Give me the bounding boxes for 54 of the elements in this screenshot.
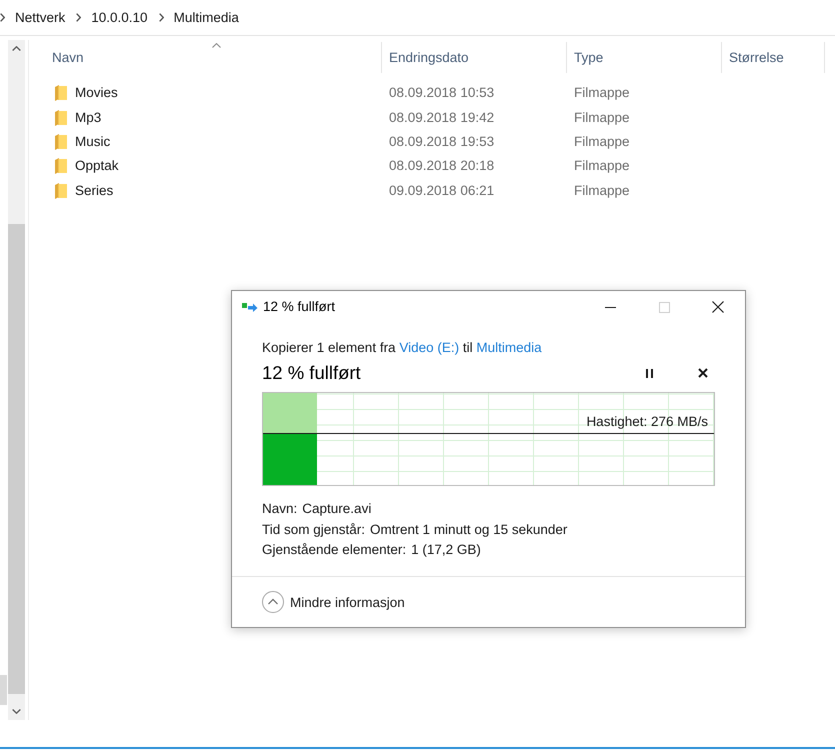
folder-name[interactable]: Mp3 (75, 108, 102, 127)
sort-caret-icon (212, 43, 221, 48)
location-link[interactable]: Video (E:) (399, 340, 460, 355)
detail-value: Capture.avi (302, 500, 372, 518)
item-type: Filmappe (574, 157, 630, 176)
transfer-icon (242, 302, 258, 312)
scroll-up-icon[interactable] (12, 46, 21, 51)
detail-label: Gjenstående elementer: (262, 541, 406, 560)
folder-icon (55, 134, 67, 150)
column-header[interactable]: Størrelse (722, 42, 825, 73)
folder-icon (55, 182, 67, 199)
modified-date: 09.09.2018 06:21 (389, 182, 494, 200)
progress-status: 12 % fullført (262, 361, 362, 385)
folder-icon (55, 158, 67, 174)
column-header[interactable]: Endringsdato (382, 42, 567, 73)
folder-name[interactable]: Music (75, 132, 110, 151)
item-type: Filmappe (574, 108, 630, 127)
item-type: Filmappe (574, 182, 630, 200)
speed-label: Hastighet: 276 MB/s (586, 414, 708, 430)
folder-name[interactable]: Series (75, 182, 114, 200)
item-type: Filmappe (574, 132, 630, 151)
column-header[interactable]: Type (567, 42, 722, 73)
folder-icon (55, 85, 67, 102)
modified-date: 08.09.2018 20:18 (389, 157, 494, 176)
detail-value: 1 (17,2 GB) (411, 541, 481, 560)
folder-icon (55, 110, 67, 126)
vertical-scrollbar[interactable] (8, 40, 25, 720)
location-link[interactable]: Multimedia (476, 340, 542, 355)
minimize-icon[interactable] (604, 306, 616, 308)
details-toggle-button[interactable]: Mindre informasjon (262, 591, 405, 613)
cross-icon[interactable] (698, 368, 708, 378)
breadcrumb-item[interactable]: Nettverk (15, 8, 66, 26)
dialog-title: 12 % fullført (263, 298, 336, 316)
detail-value: Omtrent 1 minutt og 15 sekunder (370, 520, 568, 539)
chevron-icon[interactable] (76, 13, 82, 22)
breadcrumb-item[interactable]: Multimedia (174, 8, 239, 26)
modified-date: 08.09.2018 19:42 (389, 108, 494, 127)
chevron-icon[interactable] (158, 13, 164, 22)
folder-name[interactable]: Opptak (75, 157, 119, 176)
column-header[interactable]: Navn (29, 42, 382, 73)
breadcrumb-item[interactable]: 10.0.0.10 (91, 8, 148, 26)
detail-label: Navn: (262, 500, 298, 518)
folder-name[interactable]: Movies (75, 84, 118, 102)
scrollbar-thumb[interactable] (8, 224, 25, 694)
chevron-icon[interactable] (0, 13, 5, 22)
modified-date: 08.09.2018 19:53 (389, 132, 494, 151)
pause-icon[interactable] (646, 368, 652, 378)
detail-label: Tid som gjenstår: (262, 520, 366, 539)
modified-date: 08.09.2018 10:53 (389, 84, 494, 102)
item-type: Filmappe (574, 84, 630, 102)
close-icon[interactable] (712, 301, 724, 313)
chevron-circle-icon[interactable] (262, 591, 284, 613)
copy-description: Kopierer 1 element fra Video (E:) til Multimedia (262, 339, 543, 357)
scroll-down-icon[interactable] (12, 709, 21, 714)
